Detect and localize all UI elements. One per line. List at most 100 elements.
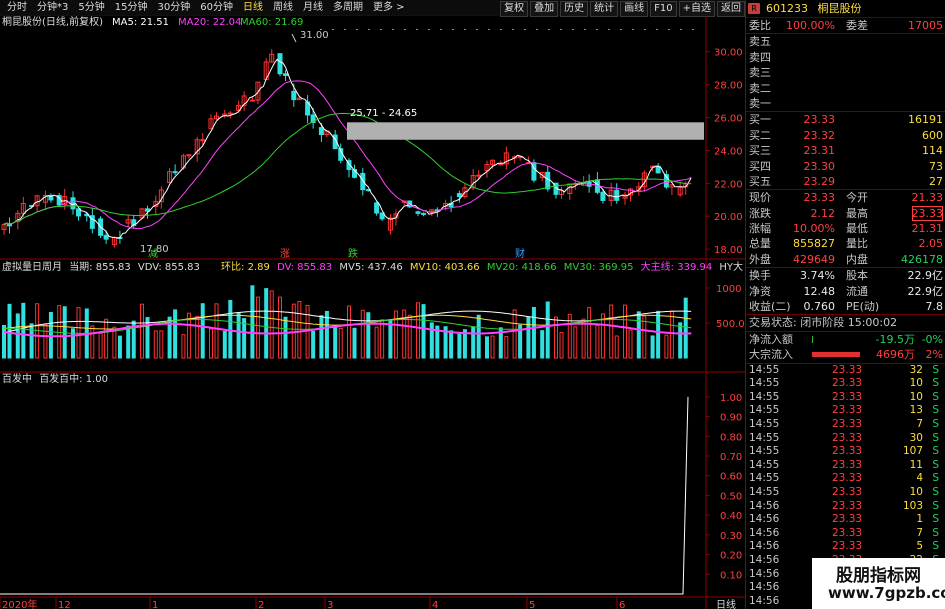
tab-period[interactable]: 日线 (238, 1, 268, 15)
stock-name: 桐昆股份 (817, 2, 862, 15)
toolbar-button[interactable]: F10 (650, 1, 677, 17)
flow-value: 4696万 (876, 348, 915, 362)
toolbar-button[interactable]: +自选 (678, 1, 715, 17)
tick-volume: 7 (916, 526, 923, 539)
tab-period[interactable]: 月线 (298, 1, 328, 15)
stat-value: 3.74% (800, 269, 835, 283)
volume-bar (43, 323, 48, 359)
signal-dot (596, 29, 598, 30)
tab-period[interactable]: 30分钟 (152, 1, 195, 15)
volume-bar (595, 324, 600, 359)
toolbar-button[interactable]: 返回 (717, 1, 745, 17)
volume-bar (559, 332, 564, 359)
tick-time: 14:55 (749, 458, 780, 471)
tab-period[interactable]: 15分钟 (110, 1, 153, 15)
candle-body (421, 212, 427, 215)
volume-bar (311, 330, 316, 359)
flow-row: 净流入额 -19.5万 -0% (746, 332, 945, 347)
tab-period[interactable]: 周线 (268, 1, 298, 15)
volume-dv: DV: 855.83 (277, 262, 333, 273)
stock-header[interactable]: R 601233 桐昆股份 (746, 0, 945, 18)
stat-row: 净资 12.48 流通 22.9亿 (746, 284, 945, 299)
stat-value: 21.31 (911, 222, 944, 236)
toolbar-button[interactable]: 叠加 (530, 1, 559, 17)
flow-percent: 2% (925, 348, 943, 362)
chart-area[interactable]: 30.00 28.00 26.00 24.00 22.00 20.00 18.00 减涨跌财 1… (0, 16, 745, 609)
volume-ratio: 环比: 2.89 (221, 262, 270, 273)
candle-body (360, 172, 366, 191)
volume-bar (366, 312, 371, 359)
toolbar-button[interactable]: 复权 (500, 1, 529, 17)
stock-label: 桐昆股份(日线,前复权) (2, 17, 103, 28)
toolbar-button[interactable]: 画线 (620, 1, 649, 17)
volume-bar (236, 312, 241, 359)
tick-row: 14:56 23.33 103 S (746, 500, 945, 514)
signal-dot (500, 29, 502, 30)
buy-label: 买五 (749, 174, 771, 188)
quote-panel: R 601233 桐昆股份 委比 100.00% 委差 17005 卖五 卖四 卖三… (745, 0, 945, 609)
volume-bar (416, 302, 420, 359)
volume-bar (642, 315, 647, 359)
price-tick-label: 26.00 (714, 114, 743, 125)
volume-bar (380, 319, 385, 359)
volume-vdv: VDV: 855.83 (137, 262, 200, 273)
volume-bar (374, 326, 379, 359)
tab-period[interactable]: 更多 > (368, 1, 410, 15)
stat-label: 净资 (749, 284, 771, 298)
tab-period[interactable]: 5分钟 (73, 1, 109, 15)
range-label: 25.71 - 24.65 (350, 108, 418, 119)
tick-row: 14:55 23.33 4 S (746, 472, 945, 486)
volume-bar (360, 309, 365, 359)
kline-chart[interactable]: 30.0028.0026.0024.0022.0020.0018.00减涨跌财1… (0, 16, 745, 609)
tick-side: S (932, 431, 939, 444)
indicator-tick-label: 0.70 (720, 452, 742, 463)
stat-value: 12.48 (803, 284, 836, 298)
toolbar-button[interactable]: 历史 (560, 1, 589, 17)
indicator-tick-label: 0.30 (720, 531, 742, 542)
tab-period[interactable]: 多周期 (328, 1, 368, 15)
volume-bar (449, 330, 454, 359)
stat-label: 换手 (749, 269, 771, 283)
tab-period[interactable]: 分时 (2, 1, 32, 15)
indicator-value: 百发百中: 1.00 (39, 374, 109, 385)
volume-bar (117, 335, 122, 359)
volume-bar (153, 330, 158, 359)
signal-dot (644, 29, 646, 30)
price-tick-label: 20.00 (714, 212, 743, 223)
stat-value: 22.9亿 (907, 269, 944, 283)
sell-label: 卖二 (749, 81, 771, 95)
signal-dot (428, 29, 430, 30)
tick-time: 14:56 (749, 567, 780, 580)
toolbar-button[interactable]: 统计 (590, 1, 619, 17)
sell-level: 卖二 (746, 81, 945, 96)
indicator-tick-label: 0.60 (720, 472, 742, 483)
flow-label: 大宗流入 (749, 348, 793, 362)
tick-volume: 32 (909, 363, 923, 376)
event-marker: 涨 (280, 248, 290, 260)
margin-badge: R (748, 3, 760, 14)
volume-bar (623, 304, 627, 359)
tab-period[interactable]: 分钟*3 (32, 1, 73, 15)
tab-period[interactable]: 60分钟 (195, 1, 238, 15)
flow-percent: -0% (921, 332, 943, 346)
tick-row: 14:55 23.33 10 S (746, 377, 945, 391)
buy-volume: 73 (929, 159, 943, 173)
stat-value: 2.05 (918, 237, 944, 251)
indicator-tick-label: 0.80 (720, 432, 742, 443)
tick-time: 14:55 (749, 445, 780, 458)
volume-title: 虚拟量日周月 当期: 855.83 VDV: 855.83 环比: 2.89 D… (2, 262, 743, 274)
stat-label: 涨幅 (749, 222, 771, 236)
buy-level: 买二 23.32 600 (746, 128, 945, 143)
volume-bar (145, 317, 150, 359)
weicha-label: 委差 (846, 19, 868, 32)
candle-body (614, 189, 620, 201)
volume-bar (195, 315, 200, 359)
tick-side: S (932, 404, 939, 417)
stat-value: 7.8 (925, 300, 944, 314)
volume-bar (242, 318, 247, 359)
tick-row: 14:56 23.33 1S (746, 513, 945, 527)
date-label: 1 (152, 600, 158, 609)
tick-side: S (932, 526, 939, 539)
signal-dot (680, 29, 682, 30)
flow-bar (812, 335, 813, 343)
